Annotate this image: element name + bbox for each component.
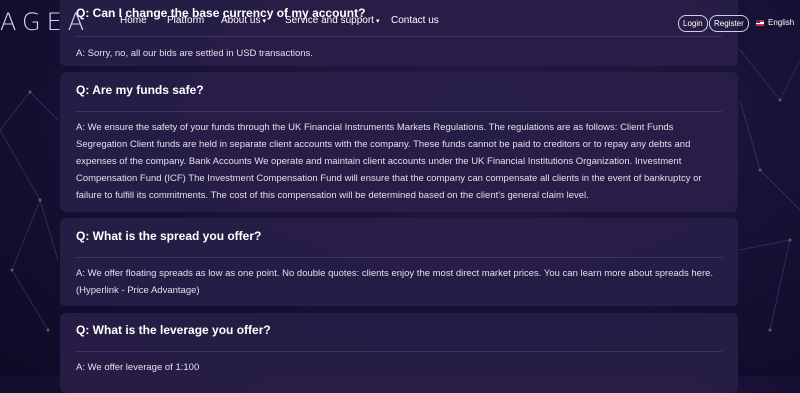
nav-label: About us [221,15,261,26]
faq-answer: A: We ensure the safety of your funds th… [76,122,702,201]
nav-home[interactable]: Home [120,15,147,26]
faq-question: Q: What is the leverage you offer? [76,323,271,337]
nav-contact-us[interactable]: Contact us [391,15,439,26]
nav-label: Contact us [391,15,439,26]
faq-card-4: Q: What is the leverage you offer? A: We… [60,313,738,393]
chevron-down-icon: ▾ [375,18,380,25]
faq-card-2: Q: Are my funds safe? A: We ensure the s… [60,72,738,212]
language-selector[interactable]: English [756,18,794,27]
nav-service-and-support[interactable]: Service and support ▾ [285,15,379,26]
faq-answer: A: We offer leverage of 1:100 [76,362,200,373]
faq-question: Q: Are my funds safe? [76,83,204,97]
nav-label: Platform [167,15,205,26]
faq-answer: A: We offer floating spreads as low as o… [76,268,714,296]
login-button[interactable]: Login [678,15,708,32]
register-button[interactable]: Register [709,15,749,32]
faq-question: Q: What is the spread you offer? [76,229,262,243]
nav-about-us[interactable]: About us ▾ [221,15,266,26]
site-logo[interactable]: AGEA [0,8,90,36]
chevron-down-icon: ▾ [262,18,266,25]
faq-card-3: Q: What is the spread you offer? A: We o… [60,218,738,306]
faq-answer: A: Sorry, no, all our bids are settled i… [76,48,313,59]
nav-label: Service and support [285,15,374,26]
faq-card-1: Q: Can I change the base currency of my … [60,0,738,66]
us-flag-icon [756,19,764,26]
nav-platform[interactable]: Platform [167,15,204,26]
nav-label: Home [120,15,147,26]
language-label: English [768,18,795,27]
